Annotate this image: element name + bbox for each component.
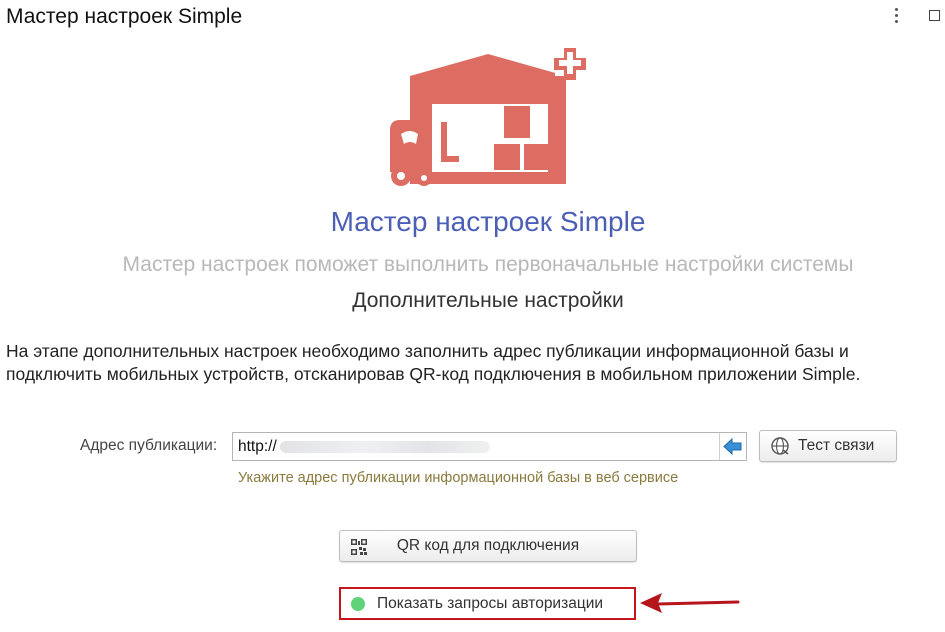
qr-code-icon — [351, 539, 367, 555]
publication-address-value: http:// — [238, 437, 277, 455]
subheading: Мастер настроек поможет выполнить первон… — [122, 253, 854, 276]
arrow-left-icon[interactable] — [722, 436, 744, 457]
test-connection-label: Тест связи — [798, 437, 875, 454]
warehouse-logo-icon — [390, 46, 586, 186]
window-title: Мастер настроек Simple — [6, 5, 243, 28]
redacted-address — [279, 440, 490, 453]
qr-code-button[interactable]: QR код для подключения — [339, 530, 637, 562]
step-title: Дополнительные настройки — [352, 289, 624, 312]
status-dot-icon — [351, 596, 365, 611]
publication-address-label: Адрес публикации: — [80, 437, 218, 454]
red-arrow-pointer-icon — [640, 593, 740, 613]
field-divider — [719, 433, 720, 460]
test-connection-button[interactable]: Тест связи — [759, 430, 897, 462]
main-heading: Мастер настроек Simple — [330, 206, 646, 237]
publication-address-hint: Укажите адрес публикации информационной … — [238, 470, 679, 486]
more-menu-icon[interactable] — [890, 8, 902, 26]
globe-connection-icon — [771, 437, 789, 455]
description-text: На этапе дополнительных настроек необход… — [6, 341, 861, 384]
publication-address-input[interactable]: http:// — [232, 432, 747, 461]
maximize-icon[interactable] — [929, 10, 940, 21]
show-auth-requests-label: Показать запросы авторизации — [377, 594, 604, 612]
qr-code-label: QR код для подключения — [396, 537, 580, 554]
show-auth-requests-button[interactable]: Показать запросы авторизации — [339, 587, 636, 620]
